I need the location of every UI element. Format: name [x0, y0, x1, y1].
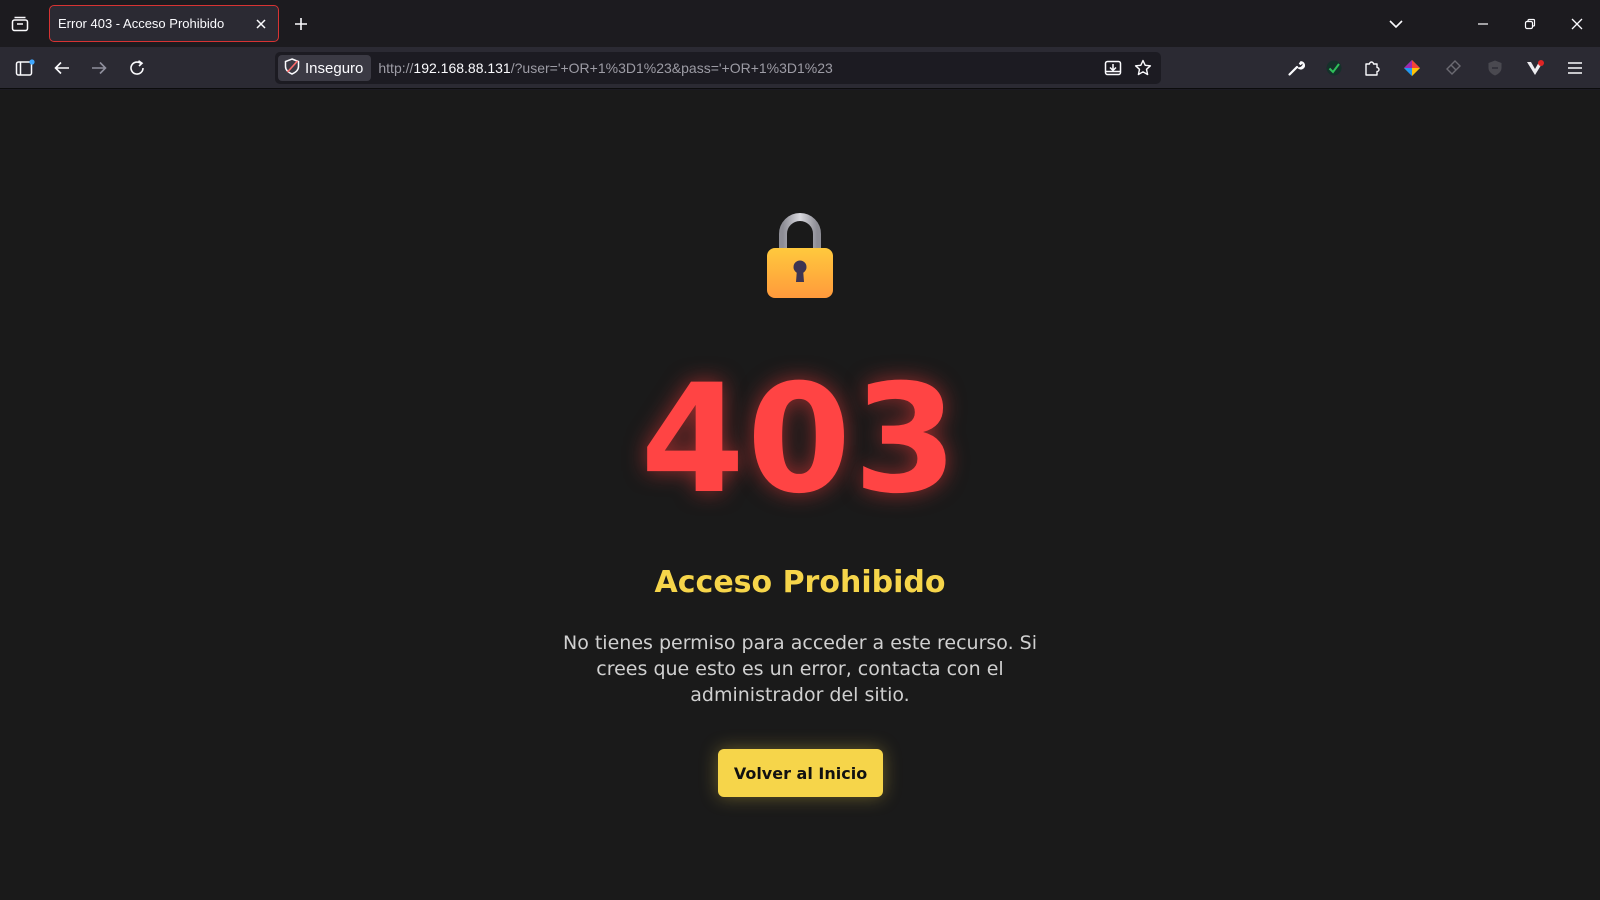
- url-host: 192.168.88.131: [413, 60, 511, 76]
- url-path: /?user='+OR+1%3D1%23&pass='+OR+1%3D1%23: [510, 60, 833, 76]
- forward-arrow-icon[interactable]: [85, 54, 113, 82]
- error-code: 403: [640, 353, 960, 527]
- vpn-extension-icon[interactable]: [1523, 56, 1547, 80]
- error-message: No tienes permiso para acceder a este re…: [562, 632, 1037, 706]
- shield-extension-icon[interactable]: [1483, 56, 1507, 80]
- sidebar-icon[interactable]: [11, 54, 39, 82]
- chevron-down-icon[interactable]: [1372, 0, 1419, 47]
- extension-icon[interactable]: [1322, 56, 1346, 80]
- url-scheme: http://: [378, 60, 414, 76]
- window-controls: [1372, 0, 1600, 47]
- security-indicator[interactable]: Inseguro: [278, 55, 372, 81]
- lock-icon: [764, 210, 836, 300]
- reload-icon[interactable]: [123, 54, 151, 82]
- star-icon[interactable]: [1131, 56, 1155, 80]
- home-button[interactable]: Volver al Inicio: [718, 749, 883, 797]
- restore-icon[interactable]: [1506, 0, 1553, 47]
- wrench-icon[interactable]: [1284, 56, 1308, 80]
- close-window-icon[interactable]: [1553, 0, 1600, 47]
- active-tab[interactable]: Error 403 - Acceso Prohibido: [49, 5, 279, 42]
- eraser-icon[interactable]: [1441, 56, 1465, 80]
- close-tab-icon[interactable]: [252, 15, 270, 33]
- puzzle-icon[interactable]: [1360, 56, 1384, 80]
- hamburger-menu-icon[interactable]: [1563, 56, 1587, 80]
- page-content: 403 Acceso Prohibido No tienes permiso p…: [0, 90, 1600, 900]
- url-text[interactable]: http://192.168.88.131/?user='+OR+1%3D1%2…: [378, 60, 832, 76]
- minimize-icon[interactable]: [1459, 0, 1506, 47]
- tab-strip: Error 403 - Acceso Prohibido: [0, 0, 1600, 47]
- address-bar[interactable]: Inseguro http://192.168.88.131/?user='+O…: [275, 52, 1161, 84]
- new-tab-icon[interactable]: [289, 12, 313, 36]
- back-arrow-icon[interactable]: [48, 54, 76, 82]
- tab-title: Error 403 - Acceso Prohibido: [58, 16, 225, 31]
- install-app-icon[interactable]: [1101, 56, 1125, 80]
- tab-list-icon[interactable]: [8, 12, 32, 36]
- security-label: Inseguro: [305, 59, 364, 77]
- page-title: Acceso Prohibido: [654, 565, 946, 600]
- color-picker-icon[interactable]: [1400, 56, 1424, 80]
- shield-slash-icon: [284, 57, 300, 79]
- navigation-toolbar: Inseguro http://192.168.88.131/?user='+O…: [0, 47, 1600, 89]
